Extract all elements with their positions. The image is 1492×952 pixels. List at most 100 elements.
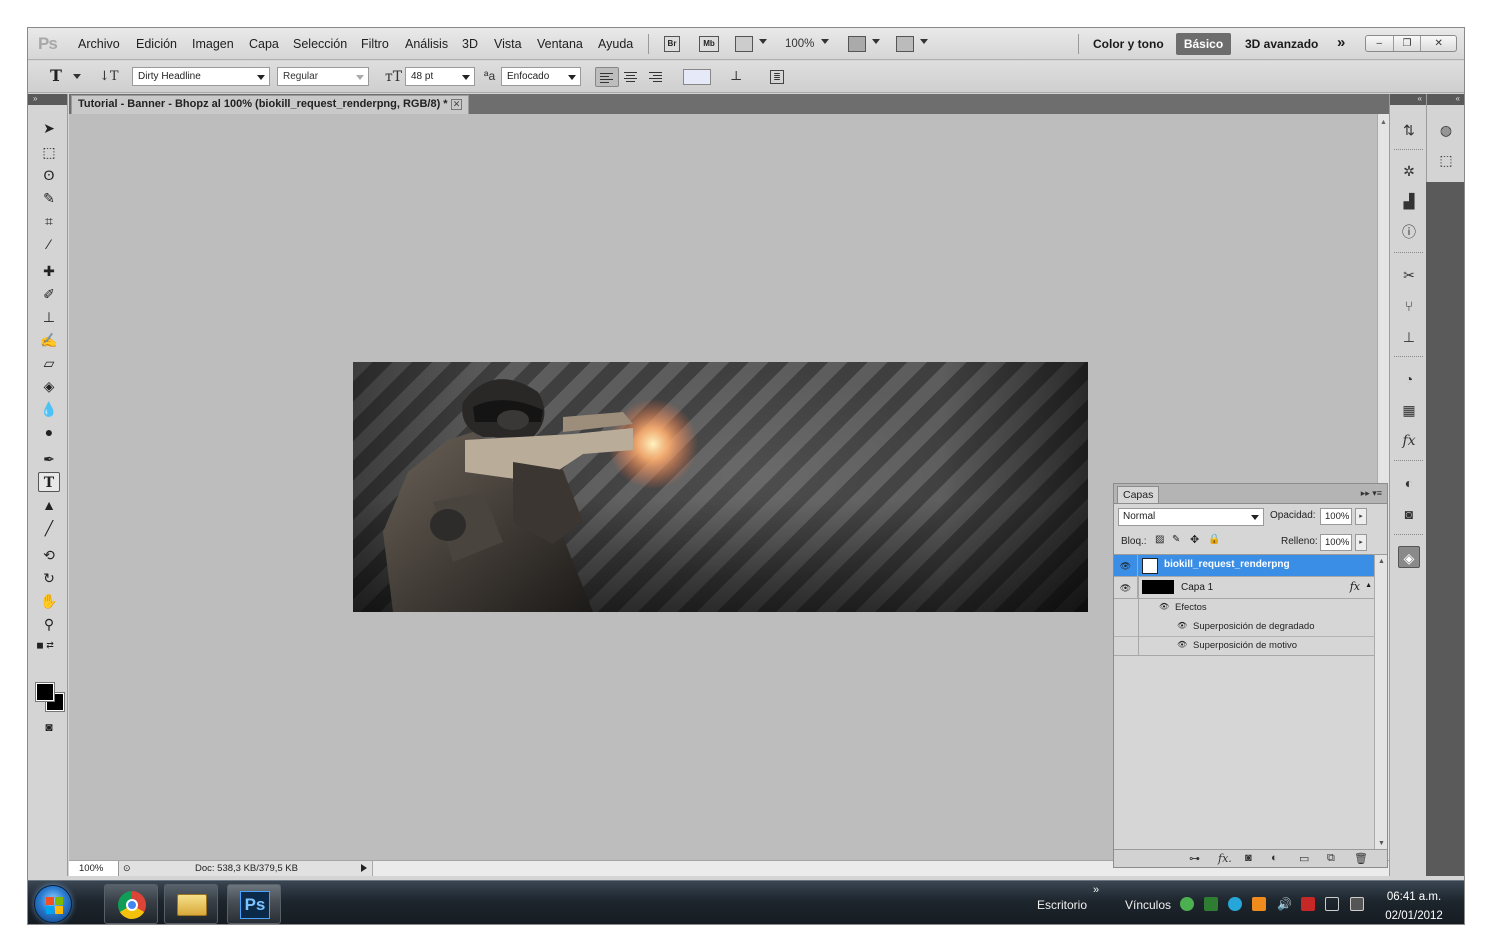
menu-seleccion[interactable]: Selección [293, 37, 347, 51]
panel-collapse-strip[interactable]: « [1390, 94, 1426, 105]
lock-all-icon[interactable]: 🔒 [1208, 534, 1220, 545]
quick-selection-tool-icon[interactable]: ✎ [38, 188, 60, 208]
chevron-down-icon[interactable] [872, 39, 880, 44]
zoom-tool-icon[interactable]: ⚲ [38, 614, 60, 634]
healing-brush-tool-icon[interactable]: ✚ [38, 261, 60, 281]
align-center-button[interactable] [619, 67, 643, 87]
panel-collapse-strip[interactable]: « [1427, 94, 1464, 105]
banner-image[interactable] [353, 362, 1088, 612]
add-mask-icon[interactable]: ◙ [1245, 852, 1252, 864]
eyedropper-tool-icon[interactable]: ⁄ [38, 234, 60, 254]
new-layer-icon[interactable]: ⧉ [1327, 852, 1335, 865]
foreground-color-swatch[interactable] [35, 682, 55, 702]
info-panel-icon[interactable]: ⓘ [1398, 221, 1420, 243]
adjustments-panel-icon[interactable]: ◐ [1398, 472, 1420, 494]
layers-panel-tab[interactable]: Capas [1117, 486, 1160, 503]
fill-slider-arrow-icon[interactable]: ▸ [1355, 534, 1367, 551]
align-right-button[interactable] [643, 67, 667, 87]
bridge-button[interactable]: Br [664, 36, 680, 52]
menu-archivo[interactable]: Archivo [78, 37, 120, 51]
arrange-documents-icon[interactable] [848, 36, 866, 52]
eraser-tool-icon[interactable]: ▱ [38, 353, 60, 373]
status-options-icon[interactable]: ⊙ [123, 863, 131, 874]
taskbar-chrome-button[interactable] [104, 884, 158, 924]
menu-filtro[interactable]: Filtro [361, 37, 389, 51]
effect-visibility-eye-icon[interactable]: 👁 [1177, 640, 1187, 649]
effects-group-row[interactable]: 👁 Efectos [1114, 599, 1374, 618]
line-tool-icon[interactable]: ╱ [38, 518, 60, 538]
brush-panel-icon[interactable]: ⑂ [1398, 295, 1420, 317]
menu-3d[interactable]: 3D [462, 37, 478, 51]
layers-scrollbar[interactable]: ▲ ▼ [1374, 554, 1387, 850]
zoom-level-menu[interactable]: 100% [785, 38, 814, 50]
network-tray-icon[interactable] [1180, 897, 1194, 911]
marquee-tool-icon[interactable]: ⬚ [38, 142, 60, 162]
system-clock[interactable]: 06:41 a.m. 02/01/2012 [1374, 888, 1454, 924]
taskbar-explorer-button[interactable] [164, 884, 218, 924]
menu-capa[interactable]: Capa [249, 37, 279, 51]
more-workspaces-button[interactable]: » [1337, 34, 1345, 51]
scroll-down-icon[interactable]: ▼ [1378, 840, 1385, 847]
paint-bucket-tool-icon[interactable]: ◈ [38, 376, 60, 396]
quick-mask-icon[interactable]: ◙ [38, 717, 60, 737]
hand-tool-icon[interactable]: ✋ [38, 591, 60, 611]
mini-bridge-panel-icon[interactable]: ⇅ [1398, 119, 1420, 141]
display-tray-icon[interactable] [1350, 897, 1364, 911]
history-brush-tool-icon[interactable]: ✍ [38, 330, 60, 350]
panel-collapse-strip[interactable]: » [28, 94, 67, 105]
brush-presets-panel-icon[interactable]: ✂ [1398, 264, 1420, 286]
3d-transform-panel-icon[interactable]: ⬚ [1435, 149, 1457, 171]
menu-imagen[interactable]: Imagen [192, 37, 234, 51]
crop-tool-icon[interactable]: ⌗ [38, 211, 60, 231]
font-family-select[interactable]: Dirty Headline [132, 67, 270, 86]
histogram-panel-icon[interactable]: ▟ [1398, 190, 1420, 212]
clone-source-panel-icon[interactable]: ⊥ [1398, 326, 1420, 348]
close-document-icon[interactable]: ✕ [451, 99, 462, 110]
view-extras-icon[interactable] [735, 36, 753, 52]
3d-panel-icon[interactable]: ◍ [1435, 119, 1457, 141]
color-panel-icon[interactable]: ◔ [1398, 368, 1420, 390]
effects-visibility-eye-icon[interactable]: 👁 [1159, 602, 1169, 611]
layer-effects-fx-icon[interactable]: fx [1350, 580, 1360, 593]
new-adjustment-layer-icon[interactable]: ◐ [1271, 852, 1278, 864]
effect-visibility-eye-icon[interactable]: 👁 [1177, 621, 1187, 630]
link-layers-icon[interactable]: ⊶ [1189, 852, 1200, 865]
document-tab[interactable]: Tutorial - Banner - Bhopz al 100% (bioki… [71, 95, 469, 114]
font-size-select[interactable]: 48 pt [405, 67, 475, 86]
close-button[interactable]: ✕ [1421, 36, 1456, 51]
layer-row[interactable]: 👁 biokill_request_renderpng [1114, 555, 1374, 577]
start-button[interactable] [34, 885, 72, 923]
antialias-select[interactable]: Enfocado [501, 67, 581, 86]
visibility-eye-icon[interactable]: 👁 [1114, 555, 1138, 577]
styles-panel-icon[interactable]: fx [1398, 430, 1420, 452]
chevron-down-icon[interactable] [759, 39, 767, 44]
effects-expand-icon[interactable]: ▲ [1365, 582, 1372, 589]
volume-tray-icon[interactable]: 🔊 [1277, 897, 1292, 911]
opacity-input[interactable]: 100% [1320, 508, 1352, 525]
align-left-button[interactable] [595, 67, 619, 87]
workspace-color-y-tono[interactable]: Color y tono [1093, 37, 1164, 51]
opacity-slider-arrow-icon[interactable]: ▸ [1355, 508, 1367, 525]
default-colors-icon[interactable]: ◼ ⇄ [34, 635, 56, 655]
workspace-basico[interactable]: Básico [1176, 33, 1231, 55]
visibility-eye-icon[interactable]: 👁 [1114, 577, 1138, 599]
menu-ventana[interactable]: Ventana [537, 37, 583, 51]
3d-orbit-tool-icon[interactable]: ↻ [38, 568, 60, 588]
path-selection-tool-icon[interactable]: ▲ [38, 495, 60, 515]
character-panel-icon[interactable]: ≣ [770, 70, 784, 84]
screen-mode-icon[interactable] [896, 36, 914, 52]
menu-ayuda[interactable]: Ayuda [598, 37, 633, 51]
taskbar-photoshop-button[interactable]: Ps [227, 884, 281, 924]
menu-vista[interactable]: Vista [494, 37, 522, 51]
brush-tool-icon[interactable]: ✐ [38, 284, 60, 304]
font-style-select[interactable]: Regular [277, 67, 369, 86]
scroll-up-icon[interactable]: ▲ [1378, 558, 1385, 565]
effect-row[interactable]: 👁 Superposición de degradado [1114, 618, 1374, 637]
menu-analisis[interactable]: Análisis [405, 37, 448, 51]
dodge-tool-icon[interactable]: ● [38, 422, 60, 442]
app-tray-icon[interactable] [1252, 897, 1266, 911]
chevron-down-icon[interactable] [73, 74, 81, 79]
new-group-icon[interactable]: ▭ [1299, 852, 1309, 865]
blur-tool-icon[interactable]: 💧 [38, 399, 60, 419]
text-color-swatch[interactable] [683, 69, 711, 85]
